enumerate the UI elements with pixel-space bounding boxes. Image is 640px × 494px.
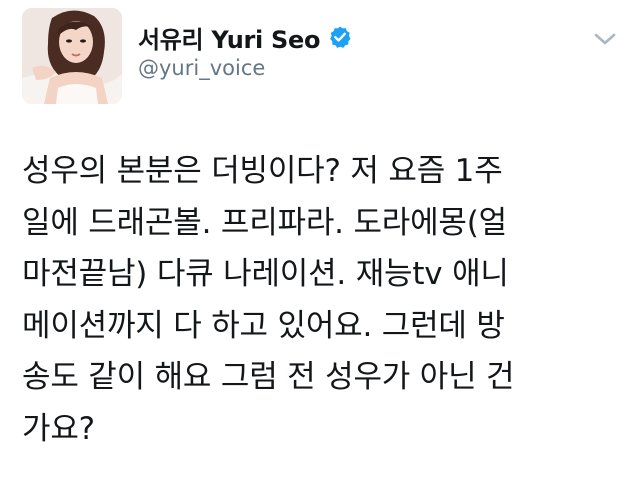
tweet-text-line: 일에 드래곤볼. 프리파라. 도라에몽(얼 (22, 204, 507, 241)
tweet-card: 서유리 Yuri Seo @yuri_voice 성우의 본분은 더빙이다? 저… (0, 0, 640, 494)
tweet-text-line: 송도 같이 해요 그럼 전 성우가 아닌 건 (22, 359, 515, 395)
author-block: 서유리 Yuri Seo @yuri_voice (138, 22, 352, 80)
tweet-text-line: 가요? (22, 410, 95, 447)
tweet-text-line: 마전끝남) 다큐 나레이션. 재능tv 애니 (22, 256, 509, 292)
avatar-photo (22, 8, 122, 104)
handle[interactable]: @yuri_voice (138, 56, 352, 80)
tweet-text: 성우의 본분은 더빙이다? 저 요즘 1주 일에 드래곤볼. 프리파라. 도라에… (22, 146, 622, 455)
verified-badge-icon (328, 25, 352, 49)
name-row: 서유리 Yuri Seo (138, 20, 352, 55)
tweet-text-line: 메이션까지 다 하고 있어요. 그런데 방 (22, 307, 505, 344)
avatar[interactable] (22, 8, 122, 104)
chevron-down-icon[interactable] (592, 30, 618, 48)
display-name[interactable]: 서유리 Yuri Seo (138, 20, 320, 55)
tweet-text-line: 성우의 본분은 더빙이다? 저 요즘 1주 (22, 153, 503, 189)
